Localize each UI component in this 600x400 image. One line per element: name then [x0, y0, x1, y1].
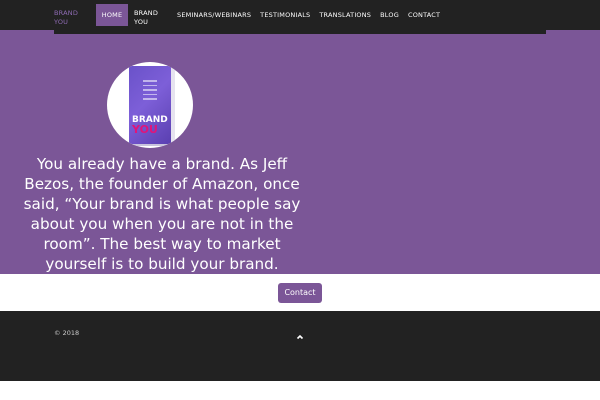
nav-translations[interactable]: TRANSLATIONS [319, 4, 371, 20]
nav-blog[interactable]: BLOG [380, 4, 399, 20]
main-nav-container: BRAND YOU HOME BRAND YOU SEMINARS/WEBINA… [54, 0, 546, 34]
hero-section: BRAND YOU You already have a brand. As J… [0, 30, 600, 274]
book-title: BRAND YOU [132, 115, 168, 136]
hero-quote: You already have a brand. As Jeff Bezos,… [23, 155, 301, 273]
main-nav: BRAND YOU HOME BRAND YOU SEMINARS/WEBINA… [54, 4, 440, 26]
copyright-text: © 2018 [54, 329, 80, 337]
contact-button[interactable]: Contact [278, 283, 322, 303]
book-icon: BRAND YOU [129, 66, 175, 144]
nav-brand-you[interactable]: BRAND YOU [128, 4, 168, 27]
chevron-up-icon[interactable] [296, 326, 304, 340]
site-logo-link[interactable]: BRAND YOU [54, 4, 84, 27]
page-bottom [0, 381, 600, 400]
page: BRAND YOU You already have a brand. As J… [0, 0, 600, 400]
nav-seminars[interactable]: SEMINARS/WEBINARS [177, 4, 251, 20]
nav-testimonials[interactable]: TESTIMONIALS [260, 4, 310, 20]
footer: © 2018 [0, 311, 600, 381]
contact-section: Contact [0, 274, 600, 311]
nav-contact[interactable]: CONTACT [408, 4, 440, 20]
nav-home[interactable]: HOME [96, 4, 128, 26]
book-cover-image: BRAND YOU [107, 62, 193, 148]
